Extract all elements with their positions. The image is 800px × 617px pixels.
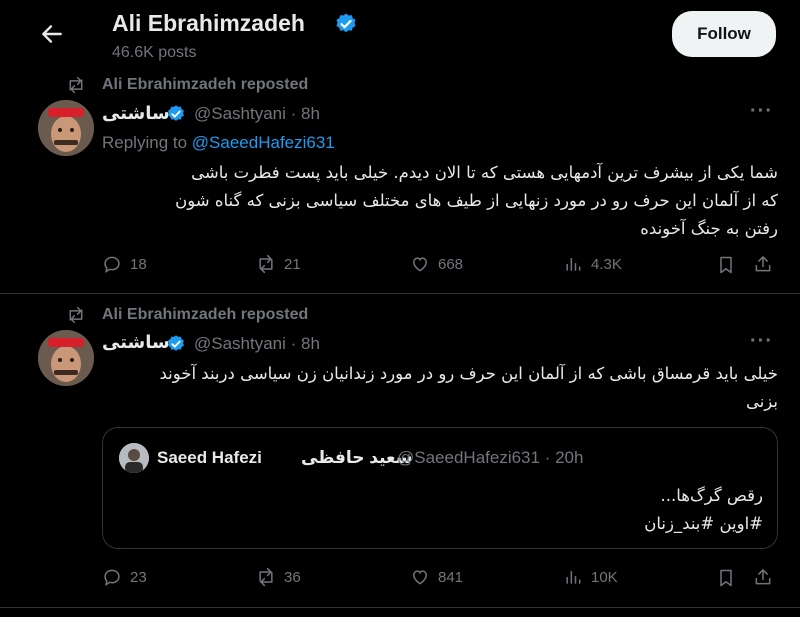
quoted-post[interactable]: Saeed Hafezi سعید حافظی @SaeedHafezi631 … — [102, 427, 778, 549]
post-text-line: که از آلمان این حرف رو در مورد زنهایی از… — [175, 191, 778, 210]
post-text-line: رفتن به جنگ آخونده — [640, 219, 778, 238]
repost-icon — [259, 254, 273, 274]
share-icon[interactable] — [753, 567, 773, 587]
display-name[interactable]: ساشتی — [102, 332, 170, 353]
quote-avatar — [119, 443, 149, 473]
repost-icon — [259, 567, 273, 587]
reply-button[interactable]: 23 — [102, 567, 147, 587]
profile-name: Ali Ebrahimzadeh — [112, 10, 305, 36]
repost-count: 36 — [284, 568, 301, 586]
avatar-image — [38, 100, 94, 156]
like-button[interactable]: 668 — [410, 254, 463, 274]
more-button[interactable]: ··· — [750, 100, 773, 123]
views-count: 4.3K — [591, 255, 622, 273]
replying-to: Replying to @SaeedHafezi631 — [102, 133, 335, 153]
more-icon: ··· — [750, 330, 773, 352]
divider — [0, 607, 800, 608]
reply-button[interactable]: 18 — [102, 254, 147, 274]
quote-name-fa: سعید حافظی — [301, 448, 413, 467]
quote-text: رقص گرگ‌ها... #اوین #بند_زنان — [123, 482, 763, 538]
back-arrow-icon — [42, 25, 62, 43]
post-1[interactable]: Ali Ebrahimzadeh reposted ساشتی @Sashtya… — [0, 70, 800, 294]
display-name[interactable]: ساشتی — [102, 103, 170, 124]
reply-icon — [104, 569, 120, 587]
reply-count: 18 — [130, 255, 147, 273]
views-button[interactable]: 10K — [563, 567, 618, 587]
avatar[interactable] — [38, 330, 94, 386]
handle-time[interactable]: @Sashtyani · 8h — [194, 334, 320, 354]
repost-button[interactable]: 36 — [256, 567, 301, 587]
replying-mention[interactable]: @SaeedHafezi631 — [192, 133, 335, 152]
post-text-line: خیلی باید قرمساق باشی که از آلمان این حر… — [159, 364, 778, 383]
quote-text-line: #اوین #بند_زنان — [644, 514, 763, 533]
like-button[interactable]: 841 — [410, 567, 463, 587]
replying-prefix: Replying to — [102, 133, 188, 152]
views-button[interactable]: 4.3K — [563, 254, 622, 274]
like-count: 668 — [438, 255, 464, 273]
repost-icon — [69, 76, 83, 94]
repost-count: 21 — [284, 255, 301, 273]
verified-badge-icon — [168, 335, 184, 351]
repost-label: Ali Ebrahimzadeh reposted — [102, 306, 309, 323]
reply-icon — [104, 256, 120, 274]
back-button[interactable] — [36, 20, 68, 48]
reply-count: 23 — [130, 568, 147, 586]
handle-time[interactable]: @Sashtyani · 8h — [194, 104, 320, 124]
repost-icon — [69, 306, 83, 324]
views-count: 10K — [591, 568, 618, 586]
share-icon[interactable] — [753, 254, 773, 274]
more-button[interactable]: ··· — [750, 330, 773, 353]
repost-button[interactable]: 21 — [256, 254, 301, 274]
quote-name: Saeed Hafezi — [157, 448, 262, 467]
post-text-line: بزنی — [745, 392, 778, 411]
verified-badge-icon — [336, 13, 356, 33]
like-count: 841 — [438, 568, 464, 586]
follow-button[interactable]: Follow — [672, 11, 776, 57]
views-icon — [566, 258, 581, 271]
quote-handle-time: @SaeedHafezi631 · 20h — [397, 448, 584, 467]
avatar[interactable] — [38, 100, 94, 156]
repost-label: Ali Ebrahimzadeh reposted — [102, 76, 309, 93]
post-text: شما یکی از بیشرف ترین آدمهایی هستی که تا… — [96, 159, 778, 243]
more-icon: ··· — [750, 100, 773, 122]
post-text: خیلی باید قرمساق باشی که از آلمان این حر… — [96, 360, 778, 416]
views-icon — [566, 571, 581, 584]
like-icon — [412, 570, 428, 585]
bookmark-icon[interactable] — [716, 255, 736, 275]
avatar-image — [38, 330, 94, 386]
verified-badge-icon — [168, 105, 184, 121]
posts-count: 46.6K posts — [112, 44, 197, 61]
post-text-line: شما یکی از بیشرف ترین آدمهایی هستی که تا… — [191, 163, 778, 182]
like-icon — [412, 257, 428, 272]
bookmark-icon[interactable] — [716, 568, 736, 588]
post-2[interactable]: Ali Ebrahimzadeh reposted ساشتی @Sashtya… — [0, 294, 800, 608]
quote-text-line: رقص گرگ‌ها... — [660, 486, 763, 505]
